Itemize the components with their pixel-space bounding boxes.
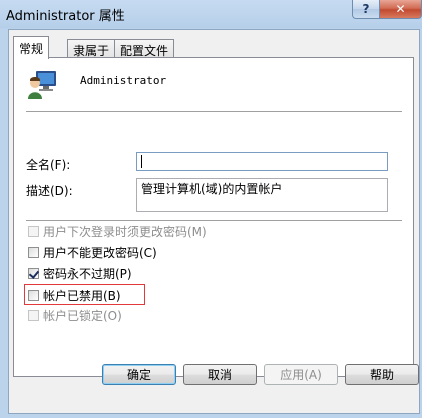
checkbox-cannot-change-password[interactable]: [28, 247, 39, 258]
user-computer-icon: [28, 71, 56, 99]
help-button[interactable]: 帮助: [345, 364, 419, 385]
tab-member-of[interactable]: 隶属于: [67, 39, 116, 58]
option-cannot-change-password[interactable]: 用户不能更改密码(C): [28, 244, 157, 261]
window-title: Administrator 属性: [6, 9, 125, 24]
option-account-disabled[interactable]: 帐户已禁用(B): [28, 287, 121, 304]
checkbox-account-locked[interactable]: [28, 310, 39, 321]
dialog-client: 常规 隶属于 配置文件 Administrator 全名(F): 描述(D):: [8, 29, 420, 414]
properties-dialog: Administrator 属性 ? ✕ 常规 隶属于 配置文件 Adminis…: [0, 0, 422, 418]
option-must-change-password[interactable]: 用户下次登录时须更改密码(M): [28, 223, 207, 240]
checkbox-password-never-expires[interactable]: [28, 268, 39, 279]
title-bar[interactable]: Administrator 属性 ? ✕: [0, 0, 422, 29]
tab-general[interactable]: 常规: [13, 36, 50, 59]
help-title-button[interactable]: ?: [352, 0, 380, 19]
apply-button[interactable]: 应用(A): [264, 364, 338, 385]
question-icon: ?: [362, 2, 370, 16]
divider-middle: [26, 220, 402, 222]
fullname-input[interactable]: [136, 152, 388, 171]
close-icon: ✕: [395, 2, 406, 16]
checkbox-account-disabled[interactable]: [28, 290, 39, 301]
fullname-label: 全名(F):: [26, 158, 71, 172]
description-input[interactable]: 管理计算机(域)的内置帐户: [136, 178, 388, 212]
description-label: 描述(D):: [26, 184, 73, 198]
option-account-locked[interactable]: 帐户已锁定(O): [28, 307, 122, 324]
tab-profile[interactable]: 配置文件: [114, 39, 175, 58]
text-caret: [141, 155, 142, 168]
account-name: Administrator: [80, 74, 167, 87]
checkbox-must-change-password[interactable]: [28, 226, 39, 237]
divider-top: [26, 111, 402, 113]
option-password-never-expires[interactable]: 密码永不过期(P): [28, 265, 132, 282]
general-panel: Administrator 全名(F): 描述(D): 管理计算机(域)的内置帐…: [13, 57, 414, 377]
close-button[interactable]: ✕: [379, 0, 422, 19]
cancel-button[interactable]: 取消: [183, 364, 257, 385]
ok-button[interactable]: 确定: [102, 364, 176, 385]
